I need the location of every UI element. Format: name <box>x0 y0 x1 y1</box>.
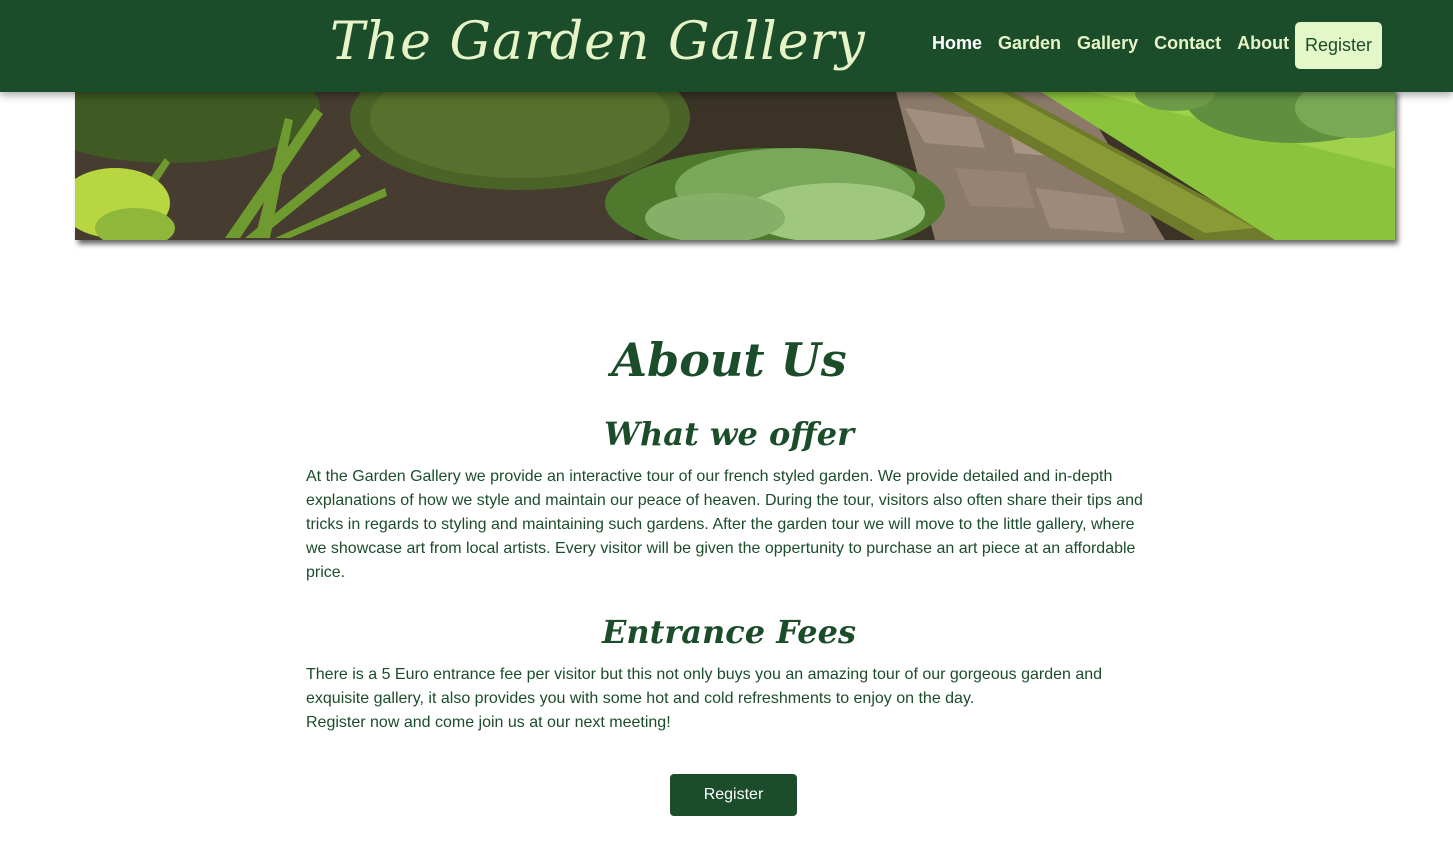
nav-garden[interactable]: Garden <box>998 32 1061 54</box>
offer-paragraph: At the Garden Gallery we provide an inte… <box>306 468 1143 581</box>
fees-paragraph: There is a 5 Euro entrance fee per visit… <box>306 666 1103 707</box>
fees-cta-text: Register now and come join us at our nex… <box>306 714 671 731</box>
garden-photo-illustration <box>75 88 1395 240</box>
section-title-offer: What we offer <box>604 415 854 453</box>
about-content: About Us What we offer At the Garden Gal… <box>306 325 1152 735</box>
main-nav: Home Garden Gallery Contact About <box>932 32 1305 54</box>
hero-garden-image <box>75 88 1395 240</box>
page-title: About Us <box>611 333 847 387</box>
site-header: The Garden Gallery Home Garden Gallery C… <box>0 0 1453 92</box>
header-register-button[interactable]: Register <box>1295 22 1382 69</box>
site-logo-text[interactable]: The Garden Gallery <box>330 4 866 80</box>
nav-contact[interactable]: Contact <box>1154 32 1221 54</box>
nav-about[interactable]: About <box>1237 32 1289 54</box>
register-button[interactable]: Register <box>670 774 797 816</box>
nav-home[interactable]: Home <box>932 32 982 54</box>
section-title-fees: Entrance Fees <box>602 613 856 651</box>
nav-gallery[interactable]: Gallery <box>1077 32 1138 54</box>
page: The Garden Gallery Home Garden Gallery C… <box>0 0 1453 845</box>
